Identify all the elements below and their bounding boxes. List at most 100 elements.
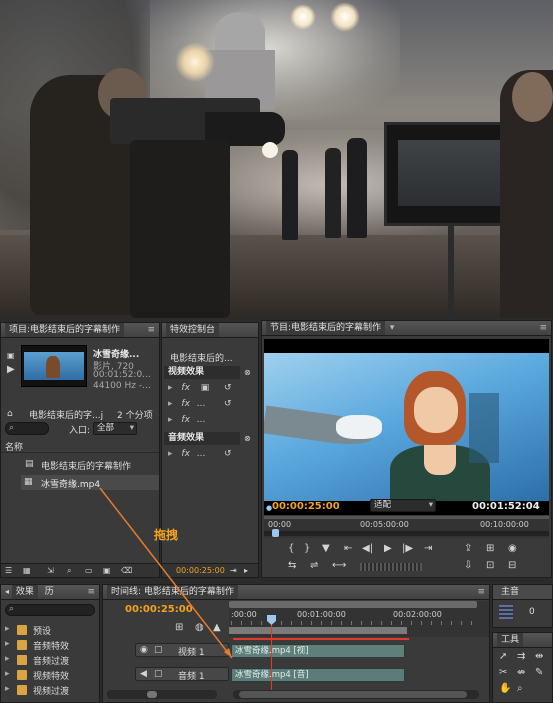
tools-tab[interactable]: 工具 (497, 633, 524, 647)
insert-icon[interactable]: ⊟ (508, 561, 516, 571)
effects-panel-header[interactable]: ◂ 效果 历 ≡ (1, 585, 99, 600)
track-select-tool-icon[interactable]: ⇉ (517, 652, 525, 662)
icon-view-icon[interactable]: ▦ (23, 566, 31, 576)
overlay-icon[interactable]: ⊡ (486, 561, 494, 571)
program-tab[interactable]: 节目:电影结束后的字幕制作 (266, 321, 386, 335)
export-frame-icon[interactable]: ◉ (508, 544, 517, 554)
go-to-in-icon[interactable]: ⇤ (344, 544, 352, 554)
zoom-slider[interactable] (107, 690, 217, 699)
audio-track-header[interactable]: ◀ ▢ 音频 1 (135, 667, 229, 682)
add-marker-icon[interactable]: ▼ (322, 544, 330, 554)
selection-tool-icon[interactable]: ➚ (499, 652, 507, 662)
extract-icon[interactable]: ⇩ (464, 561, 472, 571)
step-forward-icon[interactable]: |▶ (402, 544, 413, 554)
loop-icon[interactable]: ⇆ (288, 561, 296, 571)
reset-icon[interactable]: ↺ (224, 399, 232, 409)
audio-effects-section[interactable]: 音频效果 (164, 432, 240, 445)
find-icon[interactable]: ⌕ (67, 566, 71, 576)
ripple-edit-tool-icon[interactable]: ⇹ (535, 652, 543, 662)
effects-search-input[interactable]: ⌕ (5, 604, 95, 616)
panel-menu-icon[interactable]: ≡ (87, 585, 99, 599)
fx-row-3[interactable]: ▸ fx ... (168, 415, 256, 425)
new-item-icon[interactable]: ▣ (103, 566, 111, 576)
step-back-icon[interactable]: ◀| (362, 544, 373, 554)
list-view-icon[interactable]: ☰ (5, 566, 12, 576)
program-current-time[interactable]: 00:00:25:00 (272, 501, 340, 512)
expand-triangle-icon[interactable]: ▸ (168, 383, 173, 393)
reset-icon[interactable]: ↺ (224, 449, 232, 459)
safe-margins-icon[interactable]: ⊞ (486, 544, 494, 554)
collapse-audio-effects-icon[interactable]: ⊗ (244, 434, 251, 444)
expand-triangle-icon[interactable]: ▸ (168, 399, 173, 409)
collapse-video-effects-icon[interactable]: ⊗ (244, 368, 251, 378)
timeline-header[interactable]: 时间线: 电影结束后的字幕制作 ≡ (103, 585, 489, 600)
program-dropdown-icon[interactable]: ▾ (390, 323, 395, 333)
panel-menu-icon[interactable]: ≡ (477, 585, 489, 599)
program-monitor-header[interactable]: 节目:电影结束后的字幕制作 ▾ ≡ (262, 321, 551, 336)
reset-icon[interactable]: ↺ (224, 383, 232, 393)
trim-icon[interactable]: ⇌ (310, 561, 318, 571)
play-thumbnail-icon[interactable]: ▶ (7, 365, 15, 375)
expand-triangle-icon[interactable]: ▸ (168, 449, 173, 459)
project-tab[interactable]: 项目:电影结束后的字幕制作 (5, 323, 125, 337)
lock-icon[interactable]: ▢ (154, 669, 163, 679)
set-out-icon[interactable]: } (304, 544, 310, 554)
video-effects-section[interactable]: 视频效果 (164, 366, 240, 379)
fit-dropdown[interactable]: 适配 (370, 499, 436, 512)
timeline-tab[interactable]: 时间线: 电影结束后的字幕制作 (107, 585, 238, 599)
new-bin-icon[interactable]: ▭ (85, 566, 93, 576)
timeline-scrollbar[interactable] (233, 690, 479, 699)
slip-tool-icon[interactable]: ⇎ (517, 668, 525, 678)
entry-dropdown[interactable]: 全部 (93, 422, 137, 435)
fx-row-1[interactable]: ▸ fx ▣ ↺ (168, 383, 256, 393)
zoom-tool-icon[interactable]: ⌕ (517, 684, 523, 694)
razor-tool-icon[interactable]: ✂ (499, 668, 507, 678)
poster-frame-icon[interactable]: ▣ (7, 351, 15, 361)
panel-menu-icon[interactable]: ≡ (147, 323, 159, 337)
marker-icon[interactable]: ◍ (195, 623, 204, 633)
lift-icon[interactable]: ⇪ (464, 544, 472, 554)
effects-item-video-effects[interactable]: ▸ 视频特效 (1, 667, 99, 682)
effect-controls-tab[interactable]: 特效控制台 (166, 323, 220, 337)
scroll-left-icon[interactable]: ◂ (5, 587, 9, 596)
hand-tool-icon[interactable]: ✋ (499, 684, 511, 694)
audio-master-tab[interactable]: 主音 (497, 585, 523, 599)
shuttle-icon[interactable]: ⟷ (332, 561, 346, 571)
audio-clip[interactable]: 冰雪奇缘.mp4 [音] (231, 668, 405, 682)
go-to-out-icon[interactable]: ⇥ (424, 544, 432, 554)
expand-triangle-icon[interactable]: ▸ (168, 415, 173, 425)
timeline-timecode[interactable]: 00:00:25:00 (125, 604, 193, 615)
fx-row-2[interactable]: ▸ fx ... ↺ (168, 399, 256, 409)
snap-icon[interactable]: ⊞ (175, 623, 183, 633)
work-area-bar[interactable] (229, 627, 407, 634)
set-in-icon[interactable]: { (288, 544, 294, 554)
effects-item-audio-effects[interactable]: ▸ 音频特效 (1, 637, 99, 652)
effect-controls-timecode[interactable]: 00:00:25:00 (176, 566, 225, 575)
history-tab[interactable]: 历 (45, 587, 54, 597)
eye-icon[interactable]: ◉ (140, 645, 148, 655)
scroll-icon[interactable]: ▸ (244, 566, 248, 576)
project-item-sequence[interactable]: ▤ 电影结束后的字幕制作 (1, 457, 159, 472)
clear-icon[interactable]: ⌫ (121, 566, 132, 576)
project-panel-header[interactable]: 项目:电影结束后的字幕制作 ≡ (1, 323, 159, 338)
project-item-video[interactable]: ▦ 冰雪奇缘.mp4 (21, 475, 159, 490)
play-icon[interactable]: ▶ (384, 544, 392, 554)
effect-controls-header[interactable]: 特效控制台 (162, 323, 258, 338)
export-icon[interactable]: ⇥ (230, 566, 237, 576)
speaker-icon[interactable]: ◀ (140, 669, 147, 679)
pen-tool-icon[interactable]: ✎ (535, 668, 543, 678)
video-clip[interactable]: 冰雪奇缘.mp4 [视] (231, 644, 405, 658)
video-track-header[interactable]: ◉ ▢ 视频 1 (135, 643, 229, 658)
project-search-input[interactable]: ⌕ (5, 422, 49, 435)
set-encore-marker-icon[interactable]: ▲ (213, 623, 221, 633)
automate-icon[interactable]: ⇲ (47, 566, 54, 576)
effects-item-video-transitions[interactable]: ▸ 视频过渡 (1, 682, 99, 697)
fx-row-audio[interactable]: ▸ fx ... ↺ (168, 449, 256, 459)
jog-wheel[interactable] (360, 563, 422, 571)
timeline-ruler[interactable]: :00:00 00:01:00:00 00:02:00:00 (229, 601, 489, 637)
audio-master-header[interactable]: 主音 (493, 585, 552, 600)
effects-tab[interactable]: 效果 (11, 585, 38, 599)
lock-icon[interactable]: ▢ (154, 645, 163, 655)
effects-item-presets[interactable]: ▸ 预设 (1, 622, 99, 637)
program-playhead[interactable] (272, 529, 279, 537)
